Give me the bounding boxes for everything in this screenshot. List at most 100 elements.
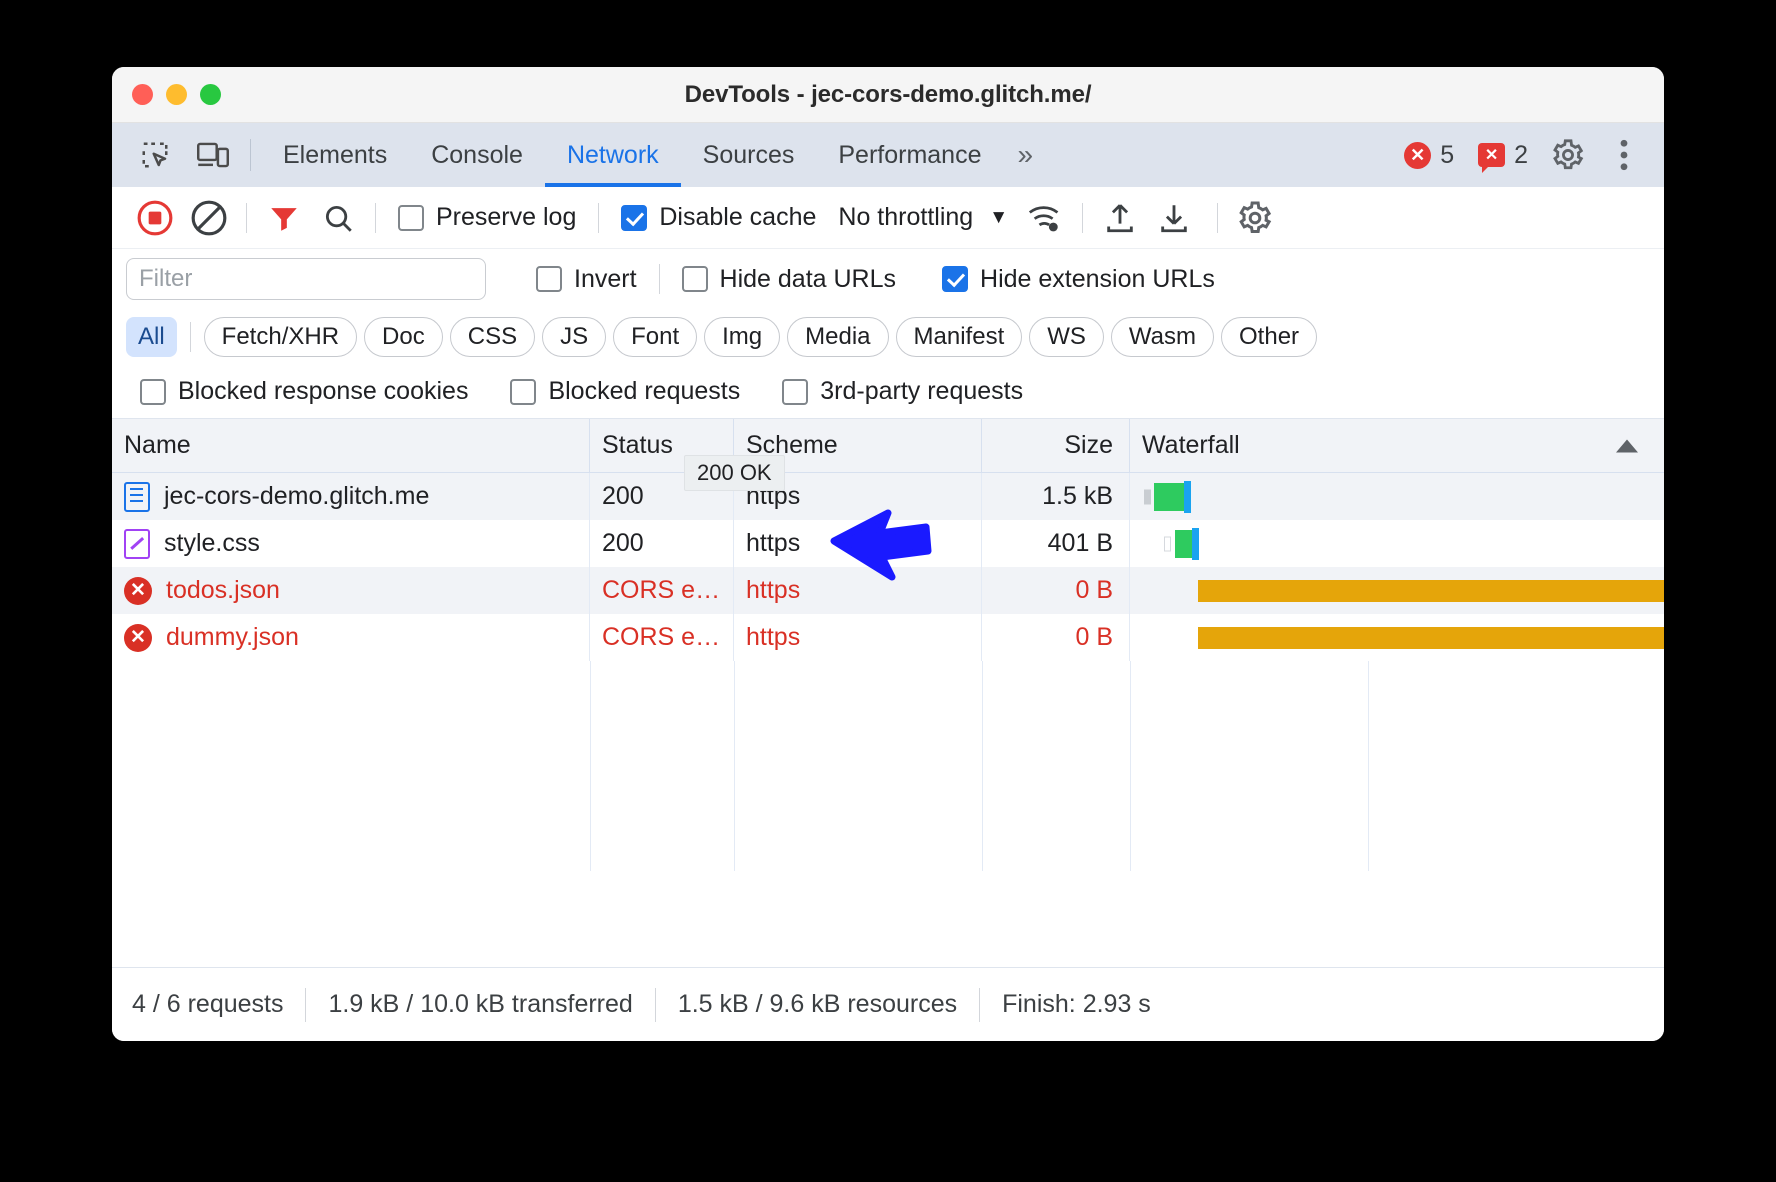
disable-cache-label: Disable cache <box>659 203 817 231</box>
hide-data-urls-checkbox[interactable]: Hide data URLs <box>670 265 908 294</box>
request-name: style.css <box>164 529 260 557</box>
tab-label: Console <box>431 140 523 169</box>
filter-divider <box>658 264 660 294</box>
export-har-icon[interactable] <box>1147 191 1201 245</box>
chip-other[interactable]: Other <box>1221 317 1318 357</box>
cell-scheme: https <box>734 520 982 567</box>
window-title: DevTools - jec-cors-demo.glitch.me/ <box>684 80 1092 108</box>
request-name: jec-cors-demo.glitch.me <box>164 482 430 510</box>
throttling-dropdown[interactable]: No throttling ▼ <box>828 203 1018 232</box>
inspect-element-icon[interactable] <box>126 123 184 187</box>
checkbox-box <box>398 204 424 231</box>
waterfall-waiting-bar <box>1192 527 1199 560</box>
blocked-requests-label: Blocked requests <box>548 377 741 405</box>
network-settings-gear-icon[interactable] <box>1228 191 1282 245</box>
cell-status: CORS e… <box>590 567 734 614</box>
table-row[interactable]: jec-cors-demo.glitch.me 200 https 1.5 kB <box>112 473 1664 520</box>
third-party-requests-checkbox[interactable]: 3rd-party requests <box>770 377 1053 406</box>
cell-size: 0 B <box>982 614 1130 661</box>
column-divider <box>734 661 735 871</box>
chip-ws[interactable]: WS <box>1029 317 1104 357</box>
tab-performance[interactable]: Performance <box>816 123 1003 187</box>
hide-extension-urls-checkbox[interactable]: Hide extension URLs <box>930 265 1227 294</box>
request-filter-checkboxes: Blocked response cookies Blocked request… <box>112 365 1664 419</box>
chip-js[interactable]: JS <box>542 317 607 357</box>
column-header-waterfall-label: Waterfall <box>1142 431 1240 459</box>
column-divider <box>982 661 983 871</box>
clear-button[interactable] <box>182 191 236 245</box>
toolbar-divider <box>246 202 247 233</box>
cell-name[interactable]: style.css <box>112 520 590 567</box>
chip-manifest[interactable]: Manifest <box>895 317 1023 357</box>
error-count: 5 <box>1440 140 1455 169</box>
gear-icon[interactable] <box>1542 129 1594 181</box>
table-row[interactable]: style.css 200 https 401 B <box>112 520 1664 567</box>
cell-name[interactable]: ✕ todos.json <box>112 567 590 614</box>
chip-fetch-xhr[interactable]: Fetch/XHR <box>203 317 358 357</box>
error-count-badge[interactable]: ✕ 5 <box>1394 141 1464 170</box>
invert-checkbox[interactable]: Invert <box>524 265 649 294</box>
record-button[interactable] <box>128 191 182 245</box>
preserve-log-checkbox[interactable]: Preserve log <box>386 203 588 232</box>
chip-font[interactable]: Font <box>613 317 698 357</box>
cell-name[interactable]: ✕ dummy.json <box>112 614 590 661</box>
toolbar-divider-4 <box>1082 202 1083 233</box>
chip-media[interactable]: Media <box>787 317 889 357</box>
cell-scheme: https <box>734 614 982 661</box>
chip-doc[interactable]: Doc <box>364 317 443 357</box>
chip-wasm[interactable]: Wasm <box>1110 317 1215 357</box>
chip-css[interactable]: CSS <box>449 317 536 357</box>
cell-waterfall <box>1130 473 1664 520</box>
stylesheet-file-icon <box>124 528 150 559</box>
waterfall-pending-bar <box>1198 579 1664 602</box>
network-toolbar: Preserve log Disable cache No throttling… <box>112 187 1664 249</box>
tab-label: Elements <box>283 140 388 169</box>
cell-waterfall <box>1130 614 1664 661</box>
status-tooltip: 200 OK <box>684 455 785 491</box>
tabbar-right-group: ✕ 5 ✕ 2 <box>1394 123 1664 187</box>
filter-icon[interactable] <box>257 191 311 245</box>
chevron-down-icon: ▼ <box>989 206 1008 228</box>
disable-cache-checkbox[interactable]: Disable cache <box>609 203 828 232</box>
tab-network[interactable]: Network <box>544 123 681 187</box>
status-transferred: 1.9 kB / 10.0 kB transferred <box>328 990 633 1018</box>
checkbox-box <box>621 204 648 231</box>
table-header-row: Name Status Scheme Size Waterfall <box>112 419 1664 473</box>
hide-data-urls-label: Hide data URLs <box>719 264 897 293</box>
toolbar-divider-5 <box>1217 202 1218 233</box>
column-header-size[interactable]: Size <box>982 419 1130 472</box>
checkbox-box <box>536 266 562 292</box>
search-icon[interactable] <box>311 191 365 245</box>
table-row[interactable]: ✕ dummy.json CORS e… https 0 B <box>112 614 1664 661</box>
tab-label: Sources <box>702 140 795 169</box>
blocked-response-cookies-checkbox[interactable]: Blocked response cookies <box>128 377 498 406</box>
checkbox-box <box>140 378 166 405</box>
device-toolbar-icon[interactable] <box>184 123 242 187</box>
filter-input[interactable] <box>126 258 486 300</box>
import-har-icon[interactable] <box>1093 191 1147 245</box>
chip-img[interactable]: Img <box>704 317 781 357</box>
error-file-icon: ✕ <box>124 576 152 605</box>
network-conditions-icon[interactable] <box>1018 191 1072 245</box>
tab-label: Network <box>566 140 659 169</box>
cell-name[interactable]: jec-cors-demo.glitch.me <box>112 473 590 520</box>
warning-count-badge[interactable]: ✕ 2 <box>1468 141 1538 173</box>
more-tabs-icon[interactable]: » <box>1003 123 1047 187</box>
preserve-log-label: Preserve log <box>436 203 577 231</box>
more-options-icon[interactable] <box>1598 129 1650 181</box>
table-row[interactable]: ✕ todos.json CORS e… https 0 B <box>112 567 1664 614</box>
column-header-waterfall[interactable]: Waterfall <box>1130 419 1664 472</box>
tab-sources[interactable]: Sources <box>681 123 817 187</box>
request-name: dummy.json <box>166 623 299 651</box>
cell-size: 0 B <box>982 567 1130 614</box>
cell-waterfall <box>1130 567 1664 614</box>
tab-console[interactable]: Console <box>409 123 545 187</box>
blocked-requests-checkbox[interactable]: Blocked requests <box>498 377 770 406</box>
cell-size: 401 B <box>982 520 1130 567</box>
cell-scheme: https <box>734 567 982 614</box>
tab-elements[interactable]: Elements <box>261 123 409 187</box>
tab-label: Performance <box>838 140 982 169</box>
chip-all[interactable]: All <box>126 317 177 357</box>
invert-label: Invert <box>574 264 637 293</box>
column-header-name[interactable]: Name <box>112 419 590 472</box>
